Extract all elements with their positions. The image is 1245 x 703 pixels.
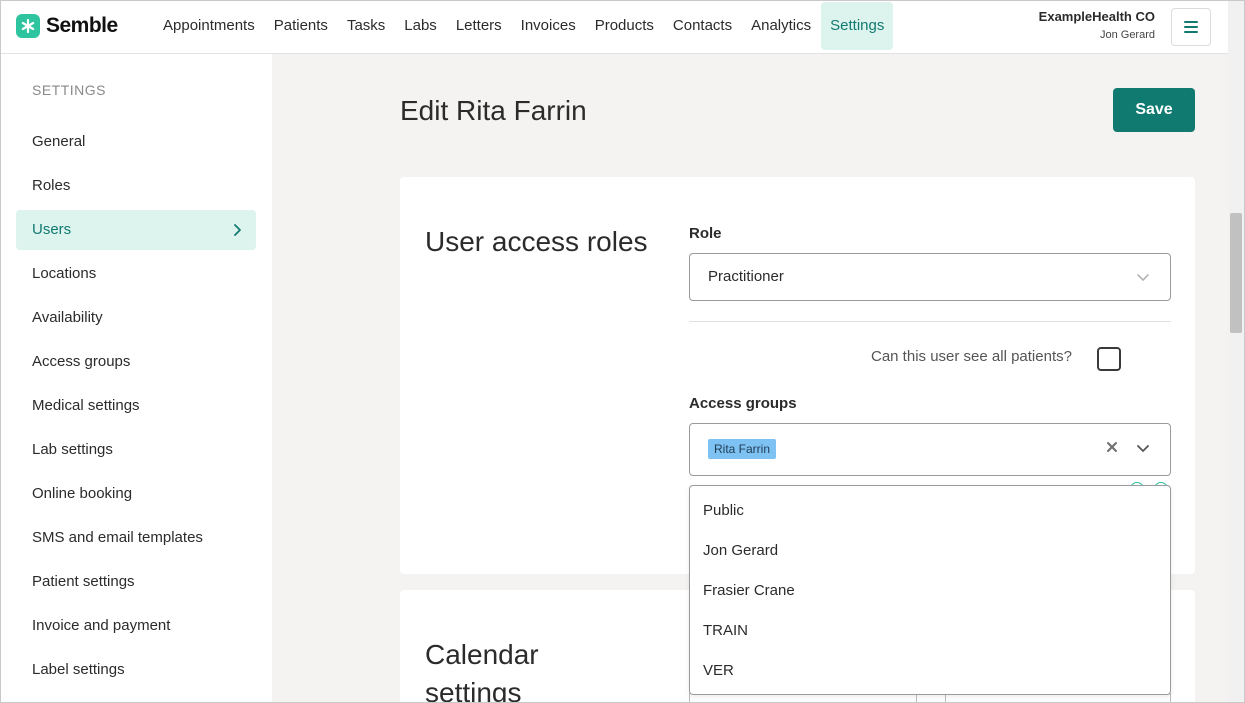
sidebar-item-general[interactable]: General xyxy=(16,122,256,162)
sidebar-item-sms-email-templates[interactable]: SMS and email templates xyxy=(16,518,256,558)
sidebar-heading: SETTINGS xyxy=(32,82,107,98)
section-title-line-2: settings xyxy=(425,677,522,703)
brand-name: Semble xyxy=(46,14,118,37)
nav-letters[interactable]: Letters xyxy=(447,2,511,50)
semble-logo-icon xyxy=(16,14,40,38)
sidebar-item-lab-settings[interactable]: Lab settings xyxy=(16,430,256,470)
org-name: ExampleHealth CO xyxy=(1038,9,1155,24)
see-all-patients-label: Can this user see all patients? xyxy=(871,348,1072,365)
access-groups-dropdown: Public Jon Gerard Frasier Crane TRAIN VE… xyxy=(689,485,1171,695)
hamburger-menu-icon xyxy=(1184,21,1198,33)
calendar-field-divider xyxy=(916,694,946,703)
divider xyxy=(689,321,1171,322)
sidebar-item-label: Users xyxy=(32,221,72,238)
nav-invoices[interactable]: Invoices xyxy=(512,2,585,50)
nav-products[interactable]: Products xyxy=(586,2,663,50)
chevron-right-icon xyxy=(234,224,241,236)
access-groups-label: Access groups xyxy=(689,395,797,412)
section-title: User access roles xyxy=(425,226,648,257)
sidebar-item-invoice-payment[interactable]: Invoice and payment xyxy=(16,606,256,646)
settings-sidebar: SETTINGS General Roles Users Locations A… xyxy=(0,54,272,703)
page-scrollbar[interactable] xyxy=(1228,0,1245,703)
menu-button[interactable] xyxy=(1171,8,1211,46)
current-user-name: Jon Gerard xyxy=(1099,29,1155,41)
sidebar-item-label-settings[interactable]: Label settings xyxy=(16,650,256,690)
dropdown-option-jon-gerard[interactable]: Jon Gerard xyxy=(703,542,778,559)
see-all-patients-checkbox[interactable] xyxy=(1097,347,1121,371)
sidebar-item-roles[interactable]: Roles xyxy=(16,166,256,206)
role-label: Role xyxy=(689,225,722,242)
page-title: Edit Rita Farrin xyxy=(400,95,587,126)
sidebar-item-medical-settings[interactable]: Medical settings xyxy=(16,386,256,426)
sidebar-item-availability[interactable]: Availability xyxy=(16,298,256,338)
sidebar-item-access-groups[interactable]: Access groups xyxy=(16,342,256,382)
org-account[interactable]: ExampleHealth CO Jon Gerard xyxy=(1039,9,1155,41)
top-header: Semble Appointments Patients Tasks Labs … xyxy=(0,0,1228,54)
dropdown-option-train[interactable]: TRAIN xyxy=(703,622,748,639)
nav-analytics[interactable]: Analytics xyxy=(742,2,820,50)
nav-patients[interactable]: Patients xyxy=(265,2,337,50)
dropdown-option-frasier-crane[interactable]: Frasier Crane xyxy=(703,582,795,599)
nav-appointments[interactable]: Appointments xyxy=(154,2,264,50)
section-title-line-1: Calendar xyxy=(425,639,539,670)
nav-settings[interactable]: Settings xyxy=(821,2,894,50)
selected-group-tag[interactable]: Rita Farrin xyxy=(708,439,777,459)
nav-tasks[interactable]: Tasks xyxy=(338,2,394,50)
access-groups-select[interactable]: Rita Farrin xyxy=(689,423,1171,476)
sidebar-item-users[interactable]: Users xyxy=(16,210,256,250)
scrollbar-thumb[interactable] xyxy=(1230,213,1242,333)
close-icon[interactable] xyxy=(1106,441,1118,453)
dropdown-option-ver[interactable]: VER xyxy=(703,662,734,679)
sidebar-item-online-booking[interactable]: Online booking xyxy=(16,474,256,514)
role-select[interactable]: Practitioner xyxy=(689,253,1171,301)
save-button[interactable]: Save xyxy=(1113,88,1195,132)
role-value: Practitioner xyxy=(708,268,784,285)
nav-contacts[interactable]: Contacts xyxy=(664,2,741,50)
brand-logo[interactable]: Semble xyxy=(16,14,118,38)
dropdown-option-public[interactable]: Public xyxy=(703,502,744,519)
main-nav: Appointments Patients Tasks Labs Letters… xyxy=(154,2,894,50)
sidebar-item-patient-settings[interactable]: Patient settings xyxy=(16,562,256,602)
chevron-down-icon[interactable] xyxy=(1136,443,1150,453)
sidebar-item-locations[interactable]: Locations xyxy=(16,254,256,294)
chevron-down-icon xyxy=(1137,274,1149,281)
nav-labs[interactable]: Labs xyxy=(395,2,446,50)
